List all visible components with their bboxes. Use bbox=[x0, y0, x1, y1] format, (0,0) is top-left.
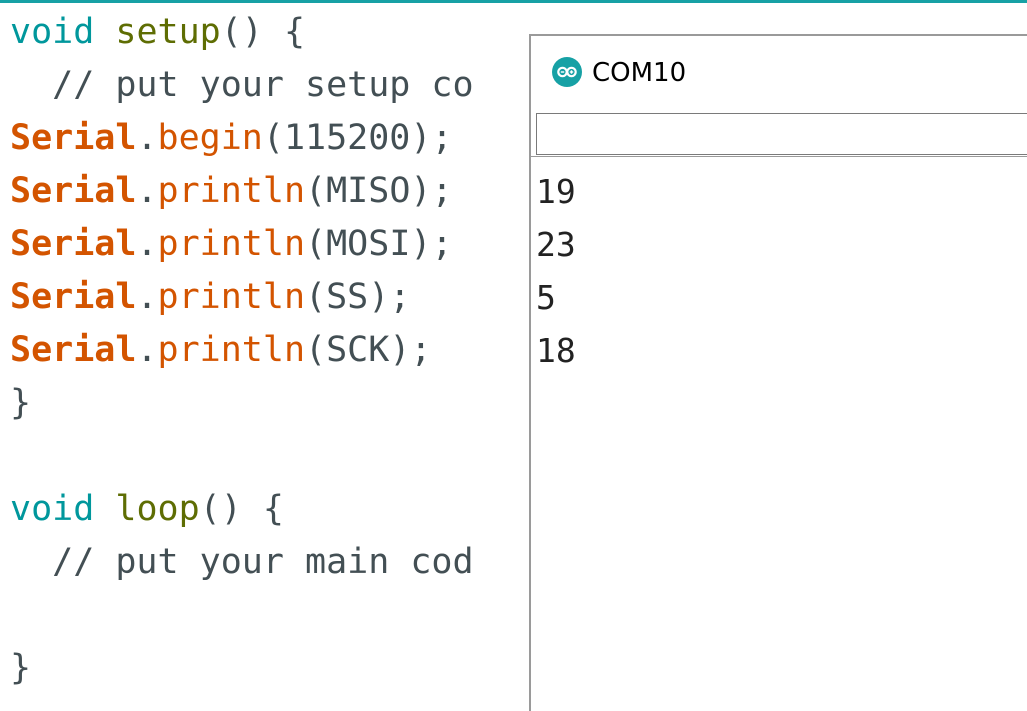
code-token: (115200); bbox=[262, 118, 453, 158]
code-token: Serial bbox=[10, 171, 137, 211]
code-line: } bbox=[10, 642, 31, 695]
code-line: Serial.println(MOSI); bbox=[10, 218, 453, 271]
code-token: Serial bbox=[10, 330, 137, 370]
code-token: Serial bbox=[10, 224, 137, 264]
code-token: // put your main cod bbox=[10, 542, 474, 582]
code-line: Serial.println(SCK); bbox=[10, 324, 431, 377]
code-token: println bbox=[157, 330, 306, 370]
code-token: } bbox=[10, 383, 32, 423]
code-token: () { bbox=[199, 489, 284, 529]
code-line: Serial.println(SS); bbox=[10, 271, 410, 324]
code-token: . bbox=[136, 171, 158, 211]
code-token: void bbox=[10, 489, 95, 529]
code-token: (MISO); bbox=[305, 171, 453, 211]
serial-output-line: 5 bbox=[536, 278, 556, 317]
serial-output-line: 18 bbox=[536, 331, 576, 370]
serial-output-area[interactable]: 19 23 5 18 bbox=[531, 156, 1027, 711]
code-token: . bbox=[136, 330, 158, 370]
code-token: () { bbox=[220, 12, 306, 52]
code-token: println bbox=[157, 277, 306, 317]
code-line: // put your main cod bbox=[10, 536, 474, 589]
code-token: . bbox=[136, 118, 158, 158]
code-line: Serial.println(MISO); bbox=[10, 165, 453, 218]
code-token: begin bbox=[157, 118, 263, 158]
serial-monitor-titlebar[interactable]: COM10 bbox=[531, 36, 1027, 112]
code-token: void bbox=[10, 12, 95, 52]
code-token: } bbox=[10, 648, 32, 688]
serial-send-input[interactable] bbox=[536, 113, 1027, 155]
code-token: . bbox=[136, 224, 158, 264]
code-line: // put your setup co bbox=[10, 59, 474, 112]
code-token: // put your setup co bbox=[10, 65, 474, 105]
code-token: setup bbox=[115, 12, 221, 52]
serial-output-line: 19 bbox=[536, 172, 576, 211]
serial-output-line: 23 bbox=[536, 225, 576, 264]
code-token: loop bbox=[115, 489, 200, 529]
arduino-infinity-icon bbox=[552, 57, 582, 87]
code-line: void loop() { bbox=[10, 483, 284, 536]
code-token: . bbox=[136, 277, 158, 317]
code-token: println bbox=[157, 171, 306, 211]
code-line: Serial.begin(115200); bbox=[10, 112, 453, 165]
serial-monitor-window: COM10 19 23 5 18 bbox=[529, 34, 1027, 711]
window-title: COM10 bbox=[592, 58, 687, 88]
code-line: } bbox=[10, 377, 31, 430]
code-token: (MOSI); bbox=[305, 224, 453, 264]
code-token: println bbox=[157, 224, 306, 264]
code-line: void setup() { bbox=[10, 6, 305, 59]
code-token: Serial bbox=[10, 277, 137, 317]
code-token: Serial bbox=[10, 118, 137, 158]
code-token: (SS); bbox=[305, 277, 411, 317]
code-token: (SCK); bbox=[305, 330, 432, 370]
